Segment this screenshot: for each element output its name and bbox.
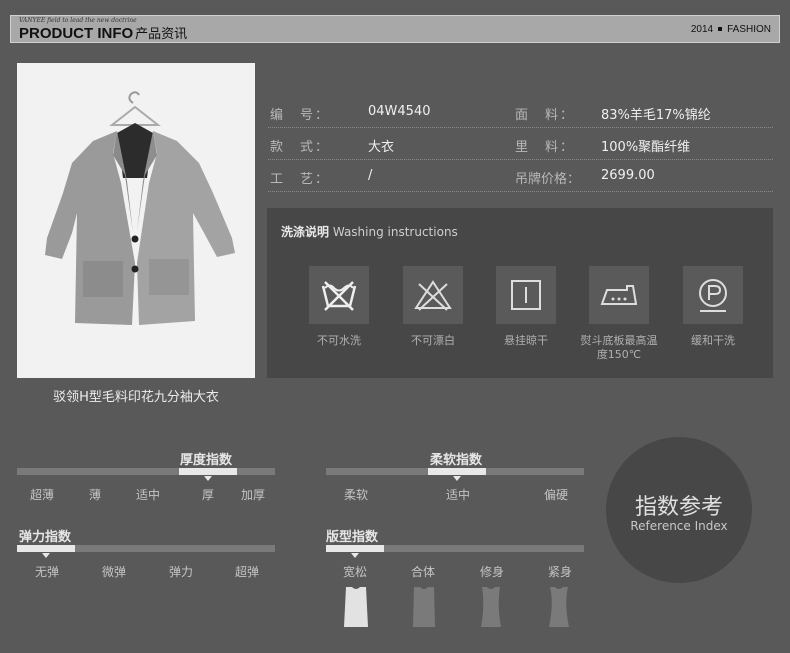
page-title-en: PRODUCT INFO [19,25,134,42]
softness-option: 柔软 [344,488,369,502]
wash-item-hang-dry: 悬挂晾干 [486,266,566,348]
square-icon [718,27,723,32]
slim-fit-icon [481,587,501,627]
loose-fit-icon [344,587,368,627]
triangle-down-icon [351,553,359,558]
thickness-option: 适中 [136,488,161,502]
softness-option: 偏硬 [544,488,569,502]
softness-indicator [428,468,486,475]
wash-label: 缓和干洗 [691,334,735,347]
header-right: 2014 FASHION [691,24,771,35]
thickness-option: 超薄 [30,488,55,502]
info-row-1: 编 号： 04W4540 面 料： 83%羊毛17%锦纶 [268,96,773,128]
thickness-option: 加厚 [241,488,266,502]
thickness-title: 厚度指数 [180,453,233,468]
no-bleach-icon [403,266,463,324]
product-caption: 驳领H型毛料印花九分袖大衣 [53,390,219,405]
wash-label: 不可漂白 [411,334,455,347]
header-bar: VANYEE field to lead the new doctrine PR… [10,15,780,43]
fit-title: 版型指数 [326,530,379,545]
info-value: 100%聚酯纤维 [601,140,691,155]
wash-item-no-bleach: 不可漂白 [393,266,473,348]
thickness-option: 薄 [89,488,102,502]
info-value: 04W4540 [368,104,431,119]
wash-item-iron: 熨斗底板最高温度150℃ [579,266,659,362]
reference-title-en: Reference Index [630,519,728,533]
elasticity-title: 弹力指数 [19,530,72,545]
info-label: 编 号： [270,108,331,123]
washing-title-en: Washing instructions [332,225,458,239]
triangle-down-icon [453,476,461,481]
wash-label: 不可水洗 [317,334,361,347]
elasticity-option: 超弹 [235,565,260,579]
info-value: 大衣 [368,140,395,155]
info-value: 2699.00 [601,168,655,183]
wash-item-no-wash: 不可水洗 [299,266,379,348]
iron-icon [589,266,649,324]
regular-fit-icon [413,587,435,627]
triangle-down-icon [204,476,212,481]
fit-option: 合体 [411,565,436,579]
tight-fit-icon [549,587,569,627]
fit-option: 紧身 [548,565,573,579]
elasticity-option: 微弹 [102,565,127,579]
reference-title-cn: 指数参考 [634,495,723,520]
thickness-indicator [179,468,237,475]
info-label: 里 料： [515,140,576,155]
page-title-cn: 产品资讯 [135,26,188,41]
triangle-down-icon [42,553,50,558]
wash-item-dry-clean: 缓和干洗 [673,266,753,348]
info-label: 面 料： [515,108,576,123]
product-photo [17,63,255,378]
washing-panel: 洗涤说明 Washing instructions 不可水洗 不可漂白 悬挂晾干… [267,208,773,378]
fit-option: 修身 [480,565,505,579]
softness-title: 柔软指数 [430,453,483,468]
header-year: 2014 [690,24,714,35]
fit-option: 宽松 [343,565,368,579]
hang-dry-icon [496,266,556,324]
fit-indicator [326,545,384,552]
washing-title-cn: 洗涤说明 [281,225,330,239]
washing-title: 洗涤说明 Washing instructions [281,223,458,240]
thickness-option: 厚 [202,488,215,502]
dry-clean-icon [683,266,743,324]
header-fashion: FASHION [727,24,771,35]
coat-image [45,91,235,325]
elasticity-option: 无弹 [35,565,60,579]
elasticity-option: 弹力 [169,565,194,579]
softness-option: 适中 [446,488,471,502]
wash-label: 熨斗底板最高温度150℃ [580,334,658,361]
info-label: 款 式： [270,140,331,155]
info-row-3: 工 艺： / 吊牌价格： 2699.00 [268,160,773,192]
info-label: 工 艺： [270,172,331,187]
no-wash-icon [309,266,369,324]
info-value: 83%羊毛17%锦纶 [601,108,711,123]
info-label: 吊牌价格： [515,172,581,187]
fit-silhouettes [344,587,569,627]
info-row-2: 款 式： 大衣 里 料： 100%聚酯纤维 [268,128,773,160]
elasticity-indicator [17,545,75,552]
page-title: PRODUCT INFO 产品资讯 [19,23,187,42]
wash-label: 悬挂晾干 [504,334,548,347]
reference-index-badge: 指数参考 Reference Index [606,437,752,583]
info-value: / [368,168,373,183]
